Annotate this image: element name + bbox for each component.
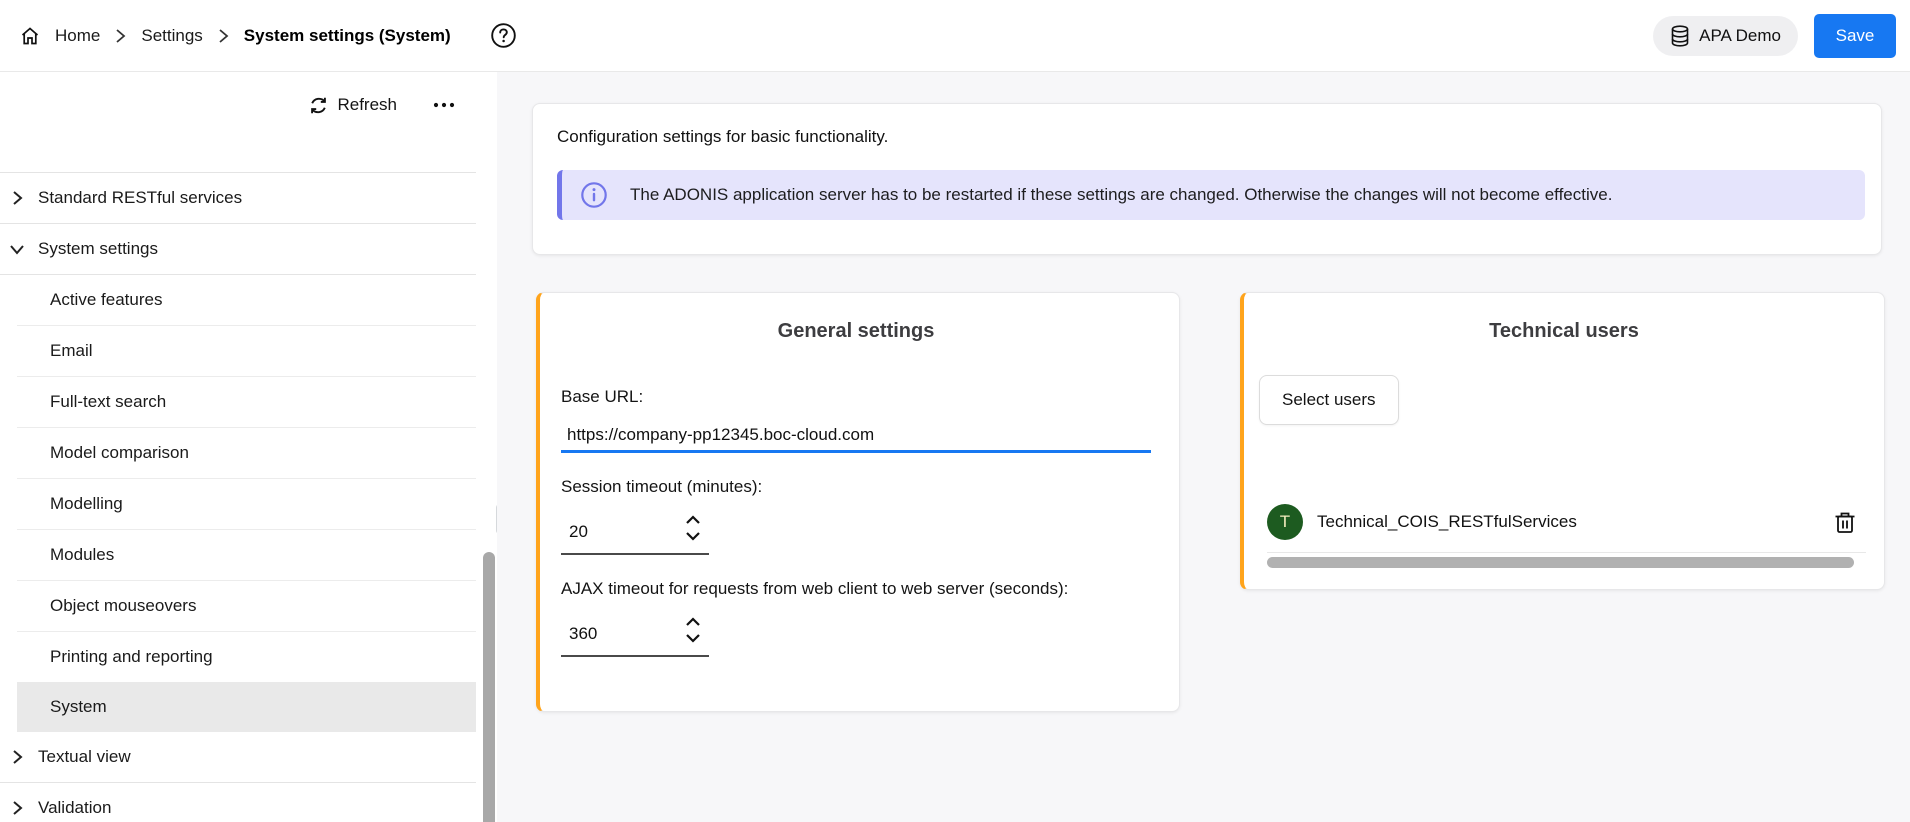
chevron-right-icon (10, 190, 26, 206)
tree-item-textual-view[interactable]: Textual view (0, 732, 476, 782)
session-timeout-input[interactable] (561, 522, 661, 542)
breadcrumb-home[interactable]: Home (55, 26, 100, 46)
number-stepper (685, 514, 701, 541)
info-icon (580, 181, 608, 209)
chevron-down-icon (10, 241, 26, 257)
horizontal-scrollbar-thumb[interactable] (1267, 557, 1854, 568)
tree-item-label: Full-text search (50, 392, 166, 412)
tree-item-label: Model comparison (50, 443, 189, 463)
main-content: Configuration settings for basic functio… (497, 72, 1910, 822)
tree-item-system-settings[interactable]: System settings (0, 224, 476, 274)
database-icon (1670, 25, 1690, 47)
technical-users-card: Technical users Select users T Technical… (1240, 292, 1885, 590)
general-settings-card: General settings Base URL: Session timeo… (536, 292, 1180, 712)
tree-item-model-comparison[interactable]: Model comparison (0, 428, 476, 478)
tree-item-label: Active features (50, 290, 162, 310)
tree-item-validation[interactable]: Validation (0, 783, 476, 822)
tree-item-label: Validation (38, 798, 111, 818)
repository-badge[interactable]: APA Demo (1653, 16, 1798, 56)
chevron-right-icon (218, 28, 229, 44)
tree-item-full-text-search[interactable]: Full-text search (0, 377, 476, 427)
tree-item-modules[interactable]: Modules (0, 530, 476, 580)
ajax-timeout-input[interactable] (561, 624, 661, 644)
tree-item-label: Email (50, 341, 93, 361)
tree-item-label: System settings (38, 239, 158, 259)
home-icon (20, 26, 40, 46)
settings-tree: Standard RESTful services System setting… (0, 172, 476, 822)
tree-item-label: Modules (50, 545, 114, 565)
save-button[interactable]: Save (1814, 14, 1896, 58)
section-description: Configuration settings for basic functio… (557, 126, 1865, 148)
breadcrumb-current: System settings (System) (244, 26, 451, 46)
tree-item-standard-restful-services[interactable]: Standard RESTful services (0, 173, 476, 223)
sidebar: Refresh Standard RESTful services (0, 72, 497, 822)
tree-item-label: System (50, 697, 107, 717)
tree-item-active-features[interactable]: Active features (0, 275, 476, 325)
tree-item-label: Modelling (50, 494, 123, 514)
top-bar: Home Settings System settings (System) (0, 0, 1910, 72)
base-url-label: Base URL: (561, 387, 1151, 407)
sidebar-toolbar: Refresh (0, 95, 497, 115)
tree-item-email[interactable]: Email (0, 326, 476, 376)
select-users-button[interactable]: Select users (1259, 375, 1399, 425)
stepper-down-icon[interactable] (685, 530, 701, 541)
tree-item-system[interactable]: System (17, 682, 476, 732)
info-banner-text: The ADONIS application server has to be … (630, 185, 1612, 205)
ajax-timeout-field-wrap (561, 613, 709, 657)
tree-item-label: Printing and reporting (50, 647, 213, 667)
number-stepper (685, 616, 701, 643)
refresh-label: Refresh (337, 95, 397, 115)
tree-item-label: Object mouseovers (50, 596, 196, 616)
vertical-scrollbar-thumb[interactable] (483, 552, 495, 822)
session-timeout-label: Session timeout (minutes): (561, 477, 1151, 497)
card-title: General settings (561, 319, 1151, 343)
user-name: Technical_COIS_RESTfulServices (1317, 512, 1577, 532)
repository-badge-label: APA Demo (1699, 26, 1781, 46)
tree-item-printing-and-reporting[interactable]: Printing and reporting (0, 632, 476, 682)
chevron-right-icon (10, 800, 26, 816)
refresh-button[interactable]: Refresh (309, 95, 397, 115)
breadcrumb: Home Settings System settings (System) (0, 22, 517, 49)
base-url-field-wrap (561, 419, 1151, 453)
header-actions: APA Demo Save (1653, 14, 1910, 58)
ajax-timeout-label: AJAX timeout for requests from web clien… (561, 579, 1151, 599)
chevron-right-icon (115, 28, 126, 44)
stepper-down-icon[interactable] (685, 632, 701, 643)
app-window: Home Settings System settings (System) (0, 0, 1910, 822)
more-options-icon[interactable] (433, 102, 455, 108)
refresh-icon (309, 96, 328, 115)
stepper-up-icon[interactable] (685, 514, 701, 525)
user-list-item: T Technical_COIS_RESTfulServices (1244, 504, 1884, 540)
session-timeout-field-wrap (561, 511, 709, 555)
user-avatar: T (1267, 504, 1303, 540)
delete-user-button[interactable] (1834, 510, 1856, 534)
info-banner: The ADONIS application server has to be … (557, 170, 1865, 220)
tree-item-modelling[interactable]: Modelling (0, 479, 476, 529)
chevron-right-icon (10, 749, 26, 765)
stepper-up-icon[interactable] (685, 616, 701, 627)
breadcrumb-settings[interactable]: Settings (141, 26, 202, 46)
card-title: Technical users (1244, 319, 1884, 343)
tree-item-label: Standard RESTful services (38, 188, 242, 208)
tree-item-label: Textual view (38, 747, 131, 767)
tree-item-object-mouseovers[interactable]: Object mouseovers (0, 581, 476, 631)
divider (1267, 552, 1866, 553)
intro-card: Configuration settings for basic functio… (532, 103, 1882, 255)
help-icon[interactable] (490, 22, 517, 49)
base-url-input[interactable] (561, 425, 1151, 445)
